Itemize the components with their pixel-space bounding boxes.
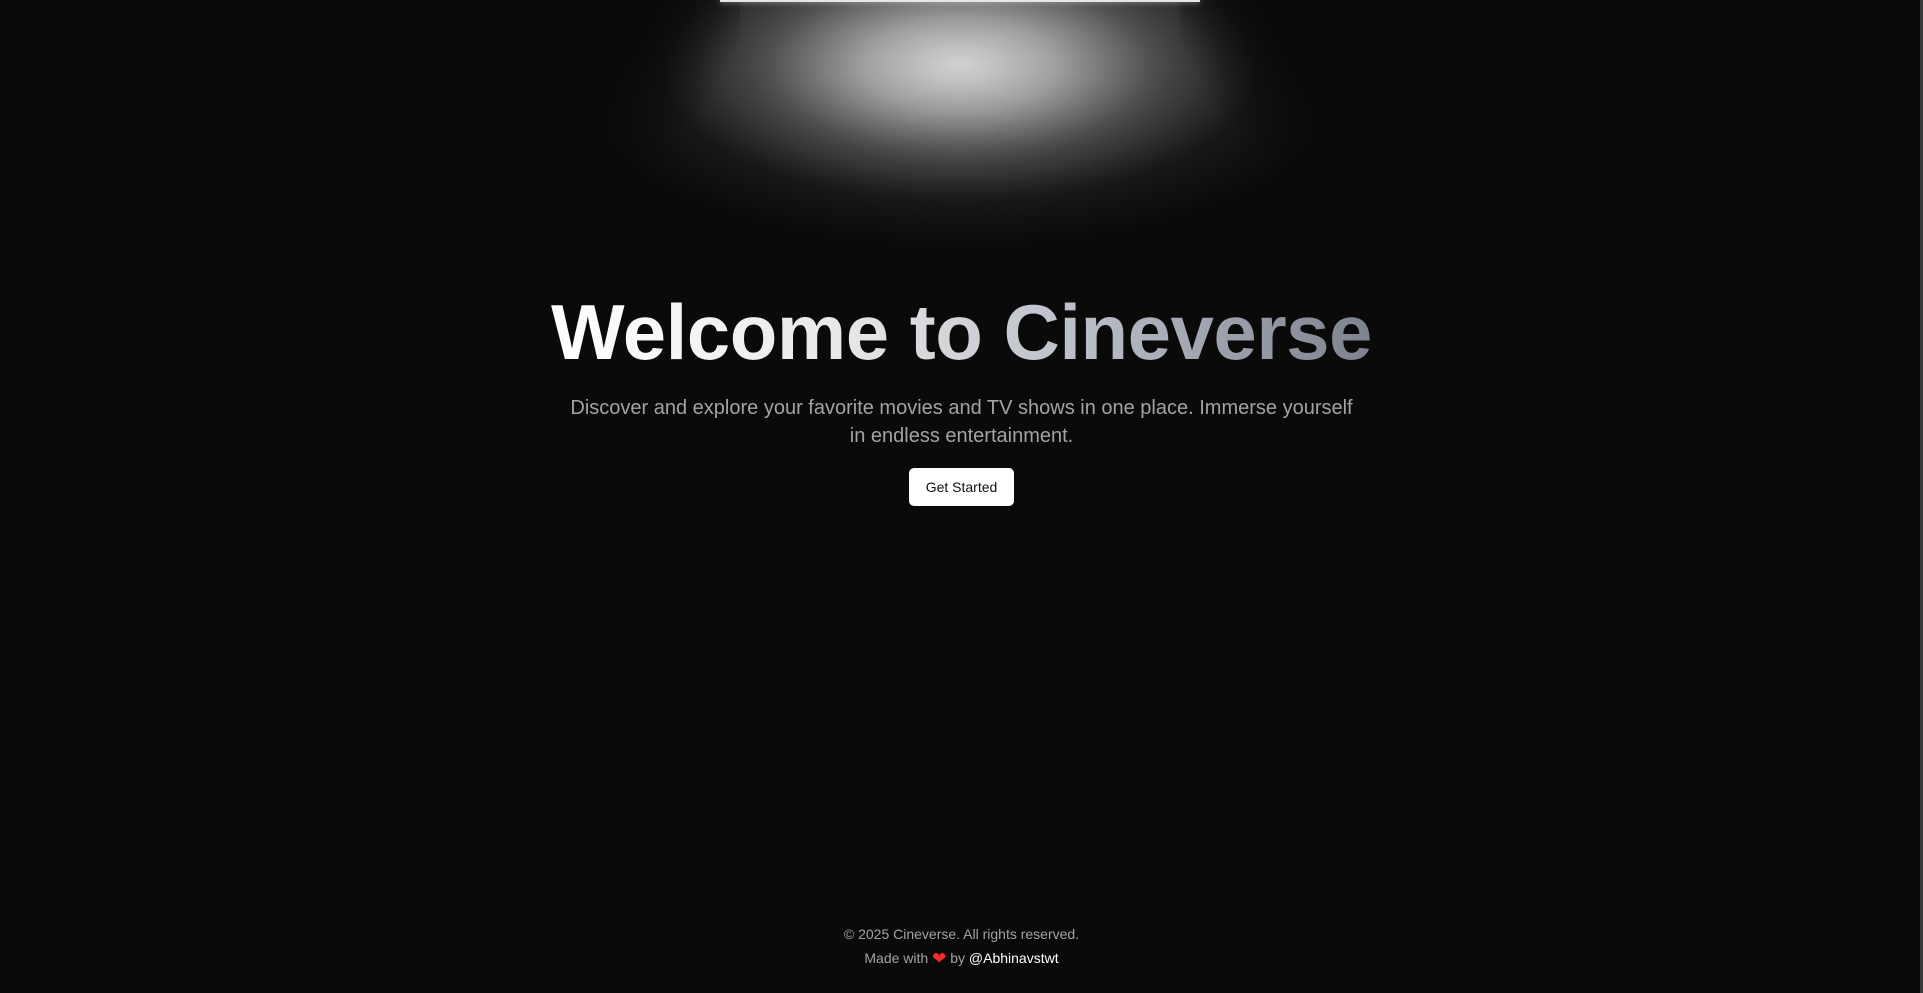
spotlight-lamp — [720, 0, 1200, 2]
copyright-text: © 2025 Cineverse. All rights reserved. — [843, 926, 1080, 942]
footer: © 2025 Cineverse. All rights reserved. M… — [0, 922, 1923, 971]
get-started-button[interactable]: Get Started — [908, 468, 1015, 506]
spotlight-cone-left — [480, 0, 740, 260]
made-with-line: Made with ❤ by @Abhinavstwt — [0, 946, 1923, 971]
landing-page: Welcome to Cineverse Discover and explor… — [0, 0, 1923, 993]
hero-title: Welcome to Cineverse — [551, 282, 1372, 382]
hero-section: Welcome to Cineverse Discover and explor… — [0, 282, 1923, 506]
author-link[interactable]: @Abhinavstwt — [969, 950, 1059, 966]
spotlight-cone-right — [1180, 0, 1440, 260]
made-with-text: Made with — [864, 950, 929, 966]
heart-icon: ❤ — [932, 949, 947, 968]
by-text: by — [950, 950, 966, 966]
hero-subtitle: Discover and explore your favorite movie… — [570, 397, 1353, 447]
